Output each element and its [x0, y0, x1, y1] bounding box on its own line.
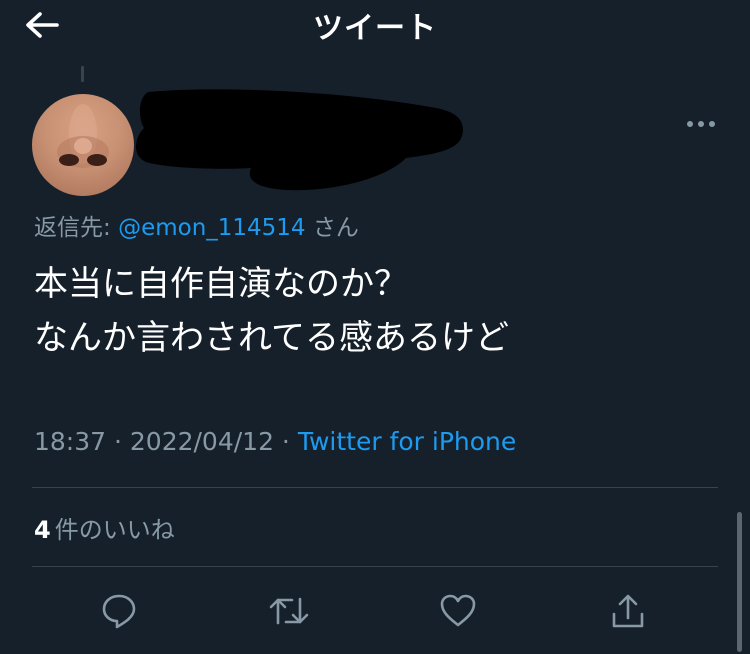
- reply-handle-link[interactable]: @emon_114514: [118, 215, 306, 241]
- top-bar: ツイート: [0, 0, 750, 50]
- reply-to-suffix: さん: [305, 215, 359, 241]
- tweet-date: 2022/04/12: [129, 427, 274, 456]
- more-horizontal-icon: [687, 121, 715, 127]
- redaction-mark: [136, 89, 463, 191]
- likes-count-link[interactable]: 4 件のいいね: [34, 510, 175, 545]
- reply-to-line: 返信先: @emon_114514 さん: [34, 208, 359, 242]
- scrollbar[interactable]: [737, 512, 742, 652]
- tweet-time: 18:37: [34, 427, 107, 456]
- retweet-button[interactable]: [264, 586, 314, 636]
- thread-connector: [81, 66, 84, 82]
- tweet-source-link[interactable]: Twitter for iPhone: [298, 427, 516, 456]
- avatar-image: [57, 104, 109, 168]
- share-icon: [612, 594, 644, 628]
- likes-count: 4: [34, 516, 51, 544]
- tweet-text-line-2: なんか言わされてる感あるけど: [34, 318, 509, 358]
- action-bar: [0, 586, 750, 636]
- likes-label: 件のいいね: [54, 516, 175, 544]
- reply-button[interactable]: [94, 586, 144, 636]
- reply-icon: [102, 594, 136, 629]
- heart-icon: [440, 594, 476, 627]
- tweet-meta: 18:37 · 2022/04/12 · Twitter for iPhone: [34, 427, 516, 456]
- meta-separator: ·: [106, 427, 130, 456]
- divider: [32, 487, 718, 488]
- like-button[interactable]: [433, 586, 483, 636]
- reply-to-prefix: 返信先:: [34, 215, 119, 241]
- divider: [32, 566, 718, 567]
- tweet-text-line-1: 本当に自作自演なのか？: [34, 264, 408, 304]
- share-button[interactable]: [603, 586, 653, 636]
- meta-separator: ·: [273, 427, 298, 456]
- page-title: ツイート: [313, 11, 437, 46]
- tweet-text: 本当に自作自演なのか？ なんか言わされてる感あるけど: [34, 257, 714, 365]
- avatar[interactable]: [32, 94, 134, 196]
- more-options-button[interactable]: [684, 112, 718, 136]
- retweet-icon: [269, 597, 309, 625]
